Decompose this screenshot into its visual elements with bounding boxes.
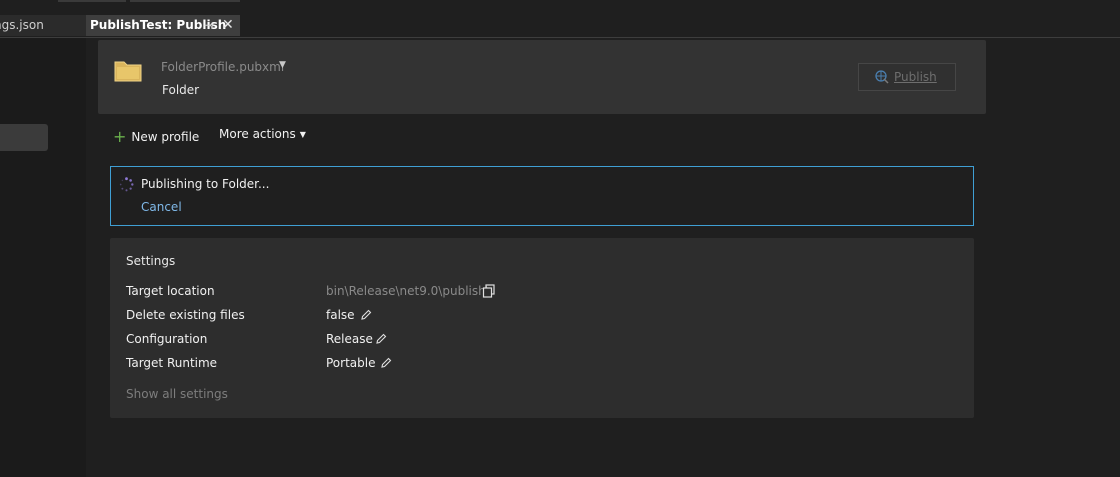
- publish-globe-icon: [875, 70, 889, 84]
- setting-label-target-location: Target location: [126, 284, 215, 298]
- chevron-down-icon[interactable]: ▼: [279, 60, 286, 70]
- tab-label: ngs.json: [0, 18, 44, 32]
- new-profile-label: New profile: [131, 130, 200, 144]
- copy-icon[interactable]: [482, 284, 496, 298]
- more-actions-menu[interactable]: More actions ▼: [219, 127, 306, 141]
- tab-strip-top-line: [58, 0, 126, 2]
- profile-header: [98, 40, 986, 114]
- cancel-publish-link[interactable]: Cancel: [141, 200, 182, 214]
- settings-title: Settings: [126, 254, 176, 268]
- plus-icon: +: [113, 127, 127, 146]
- setting-label-delete-existing: Delete existing files: [126, 308, 245, 322]
- profile-selector[interactable]: FolderProfile.pubxml: [161, 60, 284, 74]
- publish-button[interactable]: Publish: [858, 63, 956, 91]
- folder-icon: [114, 61, 142, 82]
- edit-pencil-icon[interactable]: [360, 309, 372, 321]
- left-sidebar: [0, 38, 86, 477]
- publish-status-text: Publishing to Folder...: [141, 177, 270, 191]
- setting-label-target-runtime: Target Runtime: [126, 356, 218, 370]
- tab-strip-top-line-2: [130, 0, 240, 2]
- setting-value-configuration: Release: [326, 332, 373, 346]
- new-profile-button[interactable]: + New profile: [113, 126, 200, 146]
- spinner-icon: [119, 177, 134, 192]
- setting-label-configuration: Configuration: [126, 332, 208, 346]
- publish-progress-panel: [110, 166, 974, 226]
- setting-value-target-runtime: Portable: [326, 356, 376, 370]
- more-actions-label: More actions: [219, 127, 296, 141]
- edit-pencil-icon[interactable]: [375, 333, 387, 345]
- close-tab-icon[interactable]: ✕: [222, 15, 234, 36]
- profile-type-label: Folder: [162, 83, 200, 97]
- tab-settings-json[interactable]: ngs.json: [0, 15, 86, 36]
- publish-button-label: Publish: [894, 70, 937, 84]
- setting-value-delete-existing: false: [326, 308, 355, 322]
- setting-value-target-location: bin\Release\net9.0\publish\: [326, 284, 490, 298]
- settings-panel: [110, 238, 974, 418]
- edit-pencil-icon[interactable]: [380, 357, 392, 369]
- sidebar-selected-item[interactable]: [0, 124, 48, 151]
- pin-icon[interactable]: ⊸: [204, 15, 214, 36]
- show-all-settings-link[interactable]: Show all settings: [126, 387, 228, 401]
- chevron-down-icon: ▼: [299, 130, 306, 139]
- tab-publish[interactable]: PublishTest: Publish ⊸ ✕: [86, 15, 240, 36]
